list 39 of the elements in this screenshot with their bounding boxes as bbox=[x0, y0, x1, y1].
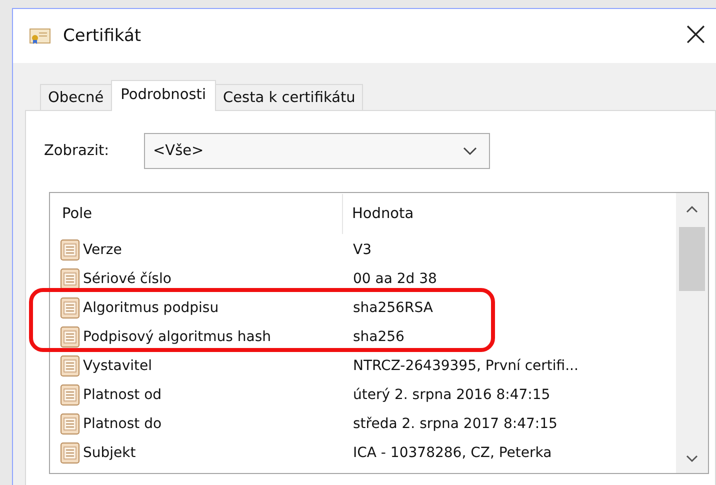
scroll-up-icon[interactable] bbox=[686, 205, 698, 213]
field-value: 00 aa 2d 38 bbox=[352, 270, 437, 286]
field-icon bbox=[60, 238, 80, 260]
scrollbar[interactable] bbox=[676, 193, 708, 473]
scroll-down-icon[interactable] bbox=[686, 455, 698, 463]
field-value: středa 2. srpna 2017 8:47:15 bbox=[352, 416, 558, 432]
field-value: sha256 bbox=[352, 328, 404, 344]
show-label: Zobrazit: bbox=[44, 143, 110, 159]
window-title: Certifikát bbox=[63, 26, 142, 46]
field-icon bbox=[60, 326, 80, 348]
field-name[interactable]: Platnost od bbox=[83, 386, 162, 402]
field-name[interactable]: Subjekt bbox=[83, 444, 136, 460]
tab[interactable]: Podrobnosti bbox=[110, 80, 216, 111]
field-icon bbox=[60, 296, 80, 318]
field-value: sha256RSA bbox=[352, 300, 433, 316]
field-value: ICA - 10378286, CZ, Peterka bbox=[352, 444, 552, 460]
close-button[interactable]: × bbox=[676, 17, 716, 55]
field-icon bbox=[60, 442, 80, 464]
field-value: V3 bbox=[352, 242, 372, 258]
certificate-icon bbox=[29, 27, 51, 45]
field-icon bbox=[60, 384, 80, 406]
show-dropdown[interactable]: <Vše> bbox=[144, 133, 490, 169]
field-icon bbox=[60, 354, 80, 376]
field-name[interactable]: Verze bbox=[83, 242, 122, 258]
field-name[interactable]: Vystavitel bbox=[83, 358, 152, 374]
tab[interactable]: Obecné bbox=[40, 84, 112, 110]
field-value: úterý 2. srpna 2016 8:47:15 bbox=[352, 386, 550, 402]
field-name[interactable]: Algoritmus podpisu bbox=[83, 300, 219, 316]
field-icon bbox=[60, 268, 80, 290]
column-header[interactable]: Hodnota bbox=[342, 194, 414, 234]
field-name[interactable]: Platnost do bbox=[83, 416, 162, 432]
scroll-thumb[interactable] bbox=[679, 227, 705, 291]
chevron-down-icon bbox=[463, 146, 477, 156]
field-icon bbox=[60, 412, 80, 434]
tab[interactable]: Cesta k certifikátu bbox=[214, 84, 364, 110]
field-name[interactable]: Sériové číslo bbox=[83, 270, 172, 286]
column-header[interactable]: Pole bbox=[50, 206, 342, 222]
field-value: NTRCZ-26439395, První certifi... bbox=[352, 358, 578, 374]
field-name[interactable]: Podpisový algoritmus hash bbox=[83, 328, 271, 344]
